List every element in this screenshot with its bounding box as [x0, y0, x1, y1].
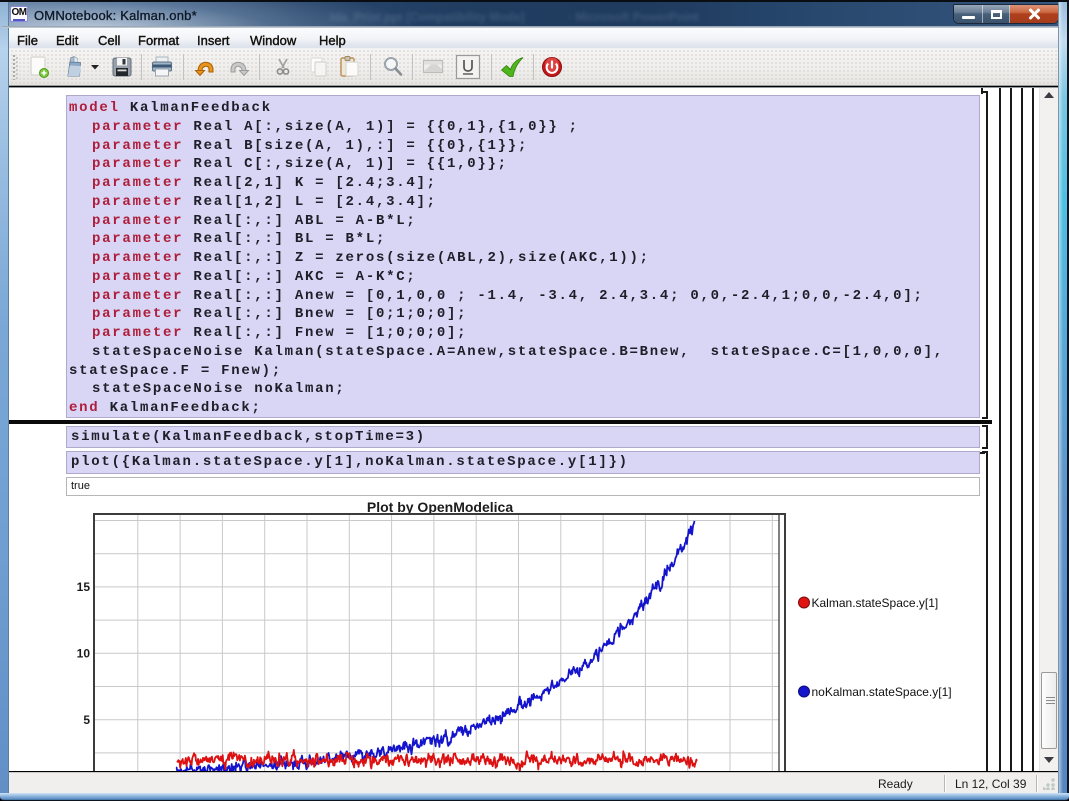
- svg-text:10: 10: [77, 647, 91, 661]
- svg-text:5: 5: [83, 713, 90, 727]
- svg-text:15: 15: [77, 580, 91, 594]
- svg-text:Plot by OpenModelica: Plot by OpenModelica: [367, 499, 513, 515]
- svg-text:Kalman.stateSpace.y[1]: Kalman.stateSpace.y[1]: [812, 596, 939, 610]
- svg-text:noKalman.stateSpace.y[1]: noKalman.stateSpace.y[1]: [812, 685, 952, 699]
